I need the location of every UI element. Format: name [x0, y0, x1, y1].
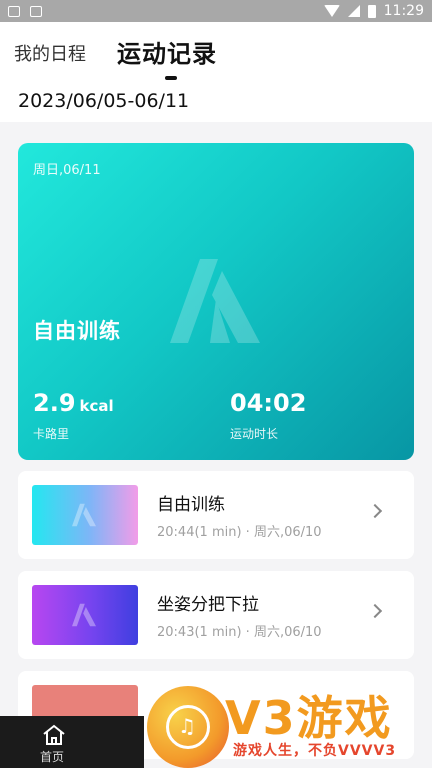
brand-logo-icon	[72, 503, 96, 527]
battery-icon	[367, 4, 376, 18]
wifi-icon	[323, 5, 340, 17]
chevron-right-icon	[367, 503, 383, 519]
record-meta: 20:43(1 min) · 周六,06/10	[157, 625, 322, 640]
status-time: 11:29	[383, 3, 424, 19]
calories-value: 2.9	[33, 389, 76, 417]
tab-my-schedule[interactable]: 我的日程	[14, 40, 86, 66]
signal-icon	[347, 5, 360, 17]
record-meta: 20:44(1 min) · 周六,06/10	[157, 525, 322, 540]
tab-workout-records[interactable]: 运动记录	[117, 34, 217, 69]
record-thumbnail	[32, 485, 138, 545]
status-bar: 11:29	[0, 0, 432, 22]
calories-unit: kcal	[79, 397, 114, 415]
workout-summary-card[interactable]: 周日,06/11 自由训练 2.9 kcal 卡路里 04:02 运动时长	[18, 143, 414, 460]
duration-value: 04:02	[230, 389, 307, 417]
watermark-brand: V3游戏	[225, 691, 393, 745]
summary-date: 周日,06/11	[33, 163, 101, 178]
summary-title: 自由训练	[33, 319, 121, 343]
bottom-nav: 首页	[0, 716, 144, 768]
header: 我的日程 运动记录 2023/06/05-06/11	[0, 22, 432, 122]
record-title: 坐姿分把下拉	[157, 595, 259, 615]
home-icon[interactable]	[42, 724, 66, 746]
record-item[interactable]: 自由训练 20:44(1 min) · 周六,06/10	[18, 471, 414, 559]
app-notification-icon	[30, 5, 42, 17]
music-note-icon: ♫	[178, 714, 196, 738]
nav-home-label[interactable]: 首页	[40, 748, 64, 765]
duration-label: 运动时长	[230, 427, 279, 441]
image-notification-icon	[8, 5, 20, 17]
chevron-right-icon	[367, 603, 383, 619]
record-item[interactable]: 坐姿分把下拉 20:43(1 min) · 周六,06/10	[18, 571, 414, 659]
calories-stat: 2.9 kcal	[33, 389, 114, 417]
brand-logo-icon	[170, 259, 260, 343]
brand-logo-icon	[72, 603, 96, 627]
date-range[interactable]: 2023/06/05-06/11	[18, 90, 189, 112]
watermark-slogan: 游戏人生，不负VVVV3	[233, 743, 397, 759]
record-title: 自由训练	[157, 495, 225, 515]
record-thumbnail	[32, 585, 138, 645]
calories-label: 卡路里	[33, 427, 70, 441]
active-tab-indicator	[165, 76, 177, 80]
